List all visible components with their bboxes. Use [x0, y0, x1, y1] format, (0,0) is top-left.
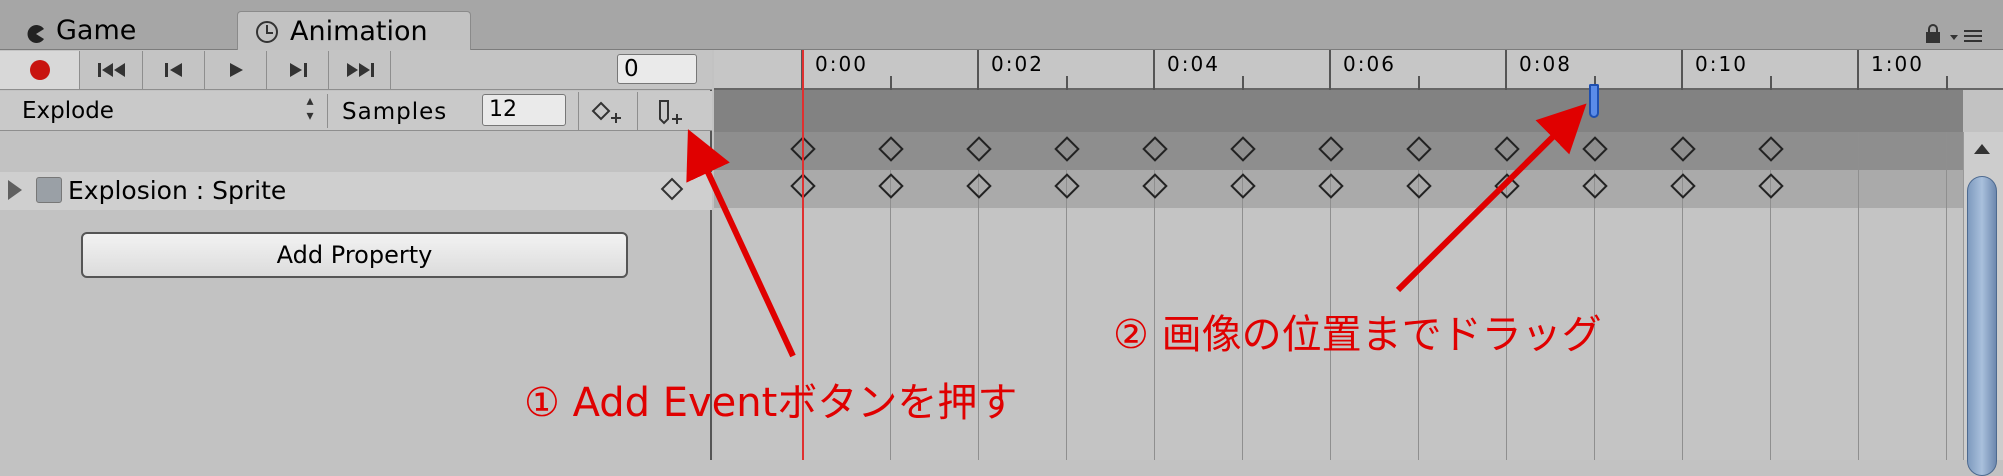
scroll-up-arrow-icon[interactable] — [1974, 144, 1990, 154]
transport-toolbar: 0 — [0, 50, 712, 90]
scrollbar-thumb[interactable] — [1967, 176, 1997, 476]
clip-name: Explode — [22, 98, 114, 124]
lock-icon[interactable] — [1925, 24, 1941, 44]
samples-label: Samples — [342, 99, 448, 125]
ruler-minor-tick — [1242, 76, 1244, 90]
frame-input[interactable]: 0 — [617, 54, 697, 84]
ruler-minor-tick — [1418, 76, 1420, 90]
ruler-label: 0:10 — [1695, 52, 1748, 76]
play-button[interactable] — [205, 51, 267, 89]
grid-line — [1946, 132, 1947, 460]
play-icon — [229, 63, 243, 77]
ruler-label: 1:00 — [1871, 52, 1924, 76]
ruler-label: 0:04 — [1167, 52, 1220, 76]
ruler-label: 0:06 — [1343, 52, 1396, 76]
ruler-major-tick — [1505, 50, 1507, 90]
add-property-label: Add Property — [276, 241, 433, 269]
add-keyframe-button[interactable] — [578, 92, 638, 130]
annotation-add-event: ① Add Eventボタンを押す — [524, 380, 1018, 426]
ruler-minor-tick — [1946, 76, 1948, 90]
tab-animation-label: Animation — [290, 16, 428, 47]
ruler-label: 0:08 — [1519, 52, 1572, 76]
ruler-minor-tick — [1770, 76, 1772, 90]
tab-animation[interactable]: Animation — [237, 11, 471, 51]
first-key-icon — [97, 63, 125, 77]
next-keyframe-button[interactable] — [267, 51, 329, 89]
add-event-icon — [659, 100, 682, 125]
record-icon — [29, 60, 50, 80]
dropdown-arrows-icon: ▴ ▾ — [306, 93, 314, 124]
ruler-major-tick — [1681, 50, 1683, 90]
tab-game-label: Game — [56, 14, 137, 46]
clip-dropdown[interactable]: Explode — [4, 94, 328, 128]
ruler-major-tick — [1329, 50, 1331, 90]
clip-toolbar: Explode ▴ ▾ Samples 12 — [0, 91, 712, 131]
ruler-label: 0:00 — [815, 52, 868, 76]
ruler-minor-tick — [890, 76, 892, 90]
last-keyframe-button[interactable] — [329, 51, 391, 89]
tab-game[interactable]: Game — [0, 10, 235, 50]
ruler-major-tick — [1857, 50, 1859, 90]
prev-key-icon — [164, 63, 182, 77]
ruler-minor-tick — [1066, 76, 1068, 90]
property-row[interactable]: Explosion : Sprite — [0, 172, 712, 210]
property-keyframe-icon[interactable] — [660, 177, 684, 201]
ruler-major-tick — [1153, 50, 1155, 90]
add-keyframe-icon — [591, 101, 621, 123]
sprite-renderer-icon — [36, 177, 62, 203]
ruler-label: 0:02 — [991, 52, 1044, 76]
ruler-major-tick — [977, 50, 979, 90]
last-key-icon — [346, 63, 374, 77]
window-menu-icon[interactable] — [1948, 26, 1998, 44]
next-key-icon — [289, 63, 307, 77]
property-label: Explosion : Sprite — [68, 176, 287, 205]
add-event-button[interactable] — [640, 92, 700, 130]
pacman-icon — [26, 20, 46, 43]
grid-line — [1858, 132, 1859, 460]
animation-event-marker[interactable] — [1589, 84, 1599, 118]
event-lane[interactable] — [714, 90, 1963, 132]
prev-keyframe-button[interactable] — [143, 51, 205, 89]
samples-input[interactable]: 12 — [482, 94, 566, 126]
clock-icon — [256, 20, 278, 43]
add-property-button[interactable]: Add Property — [81, 232, 628, 278]
first-keyframe-button[interactable] — [81, 51, 143, 89]
expand-arrow-icon[interactable] — [8, 180, 22, 200]
annotation-drag: ② 画像の位置までドラッグ — [1113, 312, 1602, 358]
record-button[interactable] — [0, 51, 80, 89]
